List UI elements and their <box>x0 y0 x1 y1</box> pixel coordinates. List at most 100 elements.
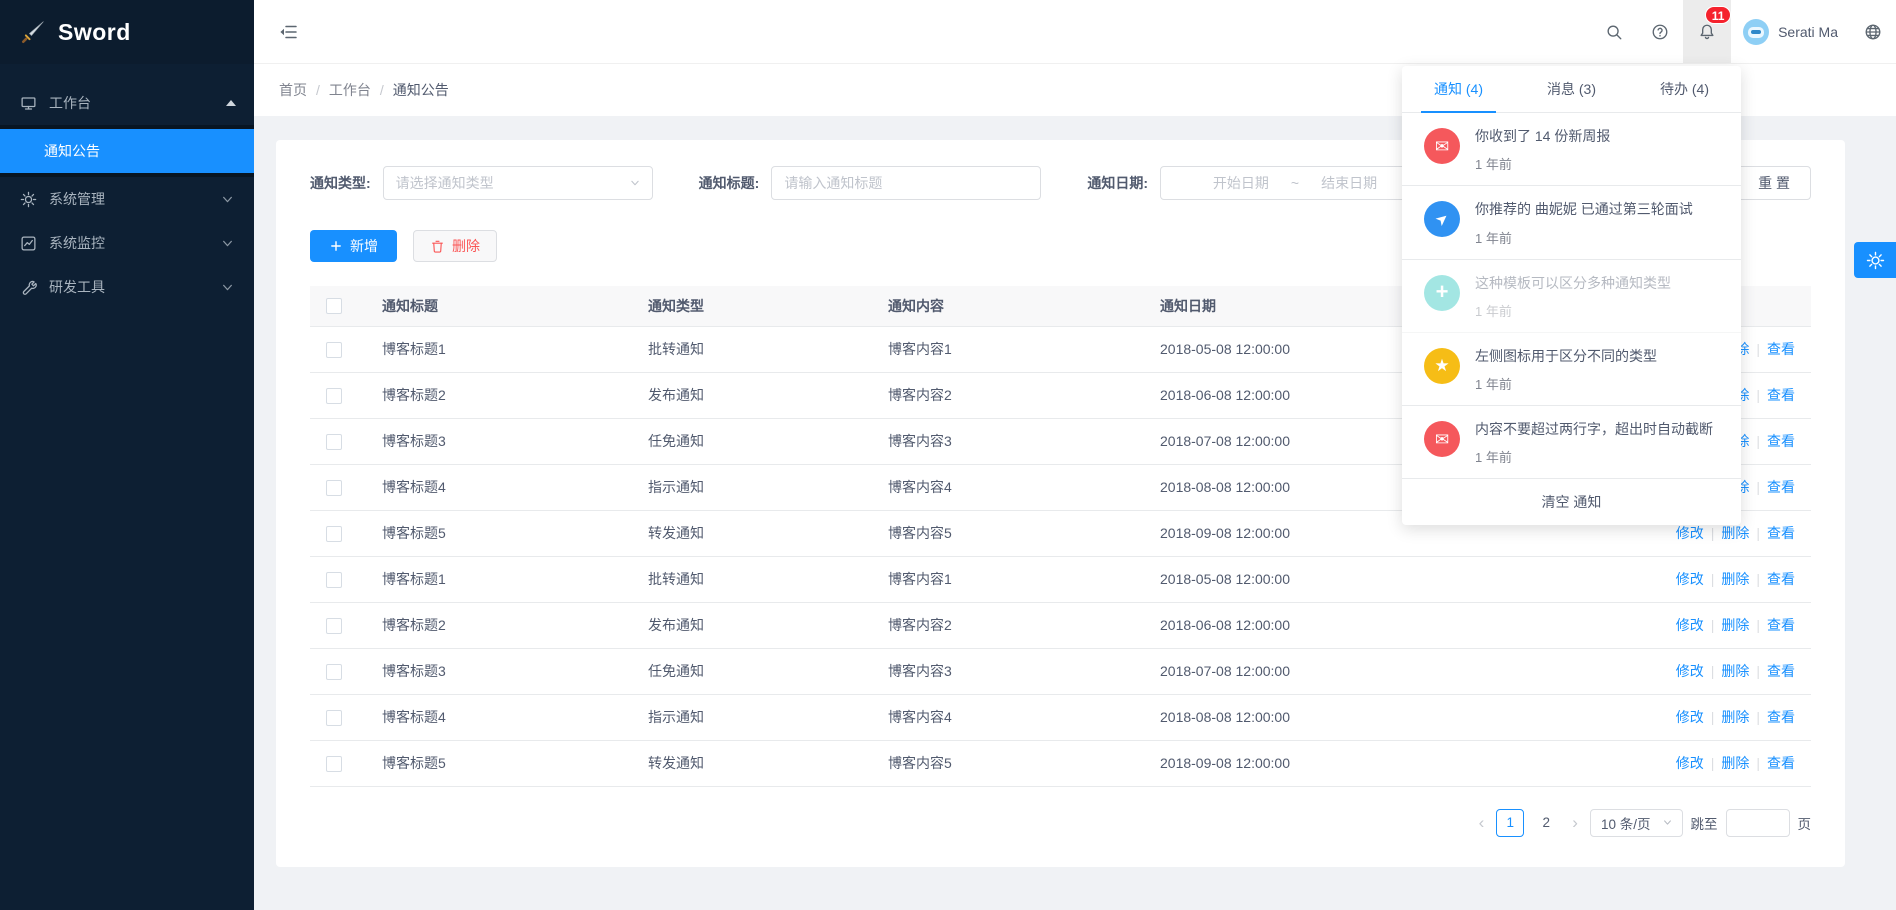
row-checkbox[interactable] <box>326 480 342 496</box>
end-date-input[interactable] <box>1303 175 1395 191</box>
page-unit-label: 页 <box>1798 813 1812 833</box>
select-placeholder: 请选择通知类型 <box>396 173 494 193</box>
row-action-view[interactable]: 查看 <box>1767 479 1795 495</box>
breadcrumb-home[interactable]: 首页 <box>279 80 307 100</box>
search-icon[interactable] <box>1591 0 1637 63</box>
sidebar-item-dev-tools[interactable]: 研发工具 <box>0 265 254 309</box>
sidebar-submenu: 通知公告 <box>0 125 254 177</box>
row-action-view[interactable]: 查看 <box>1767 525 1795 541</box>
row-action-view[interactable]: 查看 <box>1767 709 1795 725</box>
select-all-checkbox[interactable] <box>326 298 342 314</box>
row-action-modify[interactable]: 修改 <box>1676 663 1704 679</box>
row-checkbox[interactable] <box>326 342 342 358</box>
row-action-modify[interactable]: 修改 <box>1676 617 1704 633</box>
notice-title-input[interactable] <box>771 166 1041 200</box>
row-action-view[interactable]: 查看 <box>1767 663 1795 679</box>
row-action-view[interactable]: 查看 <box>1767 617 1795 633</box>
app-logo[interactable]: Sword <box>0 0 254 64</box>
row-checkbox[interactable] <box>326 572 342 588</box>
help-icon[interactable] <box>1637 0 1683 63</box>
row-checkbox[interactable] <box>326 664 342 680</box>
tab-notifications[interactable]: 通知 (4) <box>1402 66 1515 112</box>
cell-title: 博客标题3 <box>366 648 632 694</box>
delete-button[interactable]: 删除 <box>413 230 497 262</box>
filter-type-group: 通知类型: 请选择通知类型 <box>310 166 653 200</box>
chevron-down-icon <box>219 279 236 296</box>
cell-content: 博客内容3 <box>872 418 1144 464</box>
menu-fold-icon[interactable] <box>278 22 298 42</box>
user-menu[interactable]: Serati Ma <box>1731 0 1850 63</box>
page-1-button[interactable]: 1 <box>1496 809 1524 837</box>
sidebar: Sword 工作台 通知公告 系统管理 系统监控 研发工具 <box>0 0 254 910</box>
jump-page-input[interactable] <box>1726 809 1790 837</box>
action-separator <box>1704 709 1722 725</box>
add-button[interactable]: 新增 <box>310 230 397 262</box>
row-checkbox[interactable] <box>326 388 342 404</box>
row-checkbox[interactable] <box>326 526 342 542</box>
notification-item[interactable]: + 这种模板可以区分多种通知类型 1 年前 <box>1402 260 1741 333</box>
row-action-delete[interactable]: 删除 <box>1721 755 1749 771</box>
cell-type: 发布通知 <box>632 602 872 648</box>
row-action-modify[interactable]: 修改 <box>1676 571 1704 587</box>
notice-date-range-picker[interactable]: ~ <box>1160 166 1430 200</box>
row-action-modify[interactable]: 修改 <box>1676 709 1704 725</box>
theme-settings-button[interactable] <box>1854 242 1896 278</box>
notification-item[interactable]: ✉ 你收到了 14 份新周报 1 年前 <box>1402 113 1741 186</box>
cell-date: 2018-05-08 12:00:00 <box>1144 556 1444 602</box>
row-action-delete[interactable]: 删除 <box>1721 571 1749 587</box>
page-size-select[interactable]: 10 条/页 <box>1590 809 1683 837</box>
row-action-delete[interactable]: 删除 <box>1721 663 1749 679</box>
sidebar-subitem-label: 通知公告 <box>44 141 100 161</box>
clear-notifications-button[interactable]: 清空 通知 <box>1402 479 1741 525</box>
sidebar-item-system-monitor[interactable]: 系统监控 <box>0 221 254 265</box>
cell-content: 博客内容4 <box>872 464 1144 510</box>
cell-title: 博客标题4 <box>366 464 632 510</box>
action-separator <box>1704 663 1722 679</box>
row-checkbox[interactable] <box>326 710 342 726</box>
row-action-modify[interactable]: 修改 <box>1676 755 1704 771</box>
row-action-view[interactable]: 查看 <box>1767 387 1795 403</box>
row-action-view[interactable]: 查看 <box>1767 755 1795 771</box>
notification-item[interactable]: ➤ 你推荐的 曲妮妮 已通过第三轮面试 1 年前 <box>1402 186 1741 259</box>
cell-date: 2018-07-08 12:00:00 <box>1144 418 1444 464</box>
row-checkbox[interactable] <box>326 618 342 634</box>
reset-button[interactable]: 重 置 <box>1737 166 1811 200</box>
row-action-delete[interactable]: 删除 <box>1721 617 1749 633</box>
notification-title: 这种模板可以区分多种通知类型 <box>1475 273 1721 293</box>
notification-title: 内容不要超过两行字，超出时自动截断 <box>1475 419 1721 439</box>
avatar <box>1743 19 1769 45</box>
notification-title: 你收到了 14 份新周报 <box>1475 126 1721 146</box>
cell-type: 指示通知 <box>632 464 872 510</box>
prev-page-button[interactable]: ‹ <box>1475 813 1489 833</box>
cell-title: 博客标题4 <box>366 694 632 740</box>
row-checkbox[interactable] <box>326 434 342 450</box>
pagination: ‹ 1 2 › 10 条/页 跳至 页 <box>310 809 1811 837</box>
row-action-delete[interactable]: 删除 <box>1721 709 1749 725</box>
row-action-view[interactable]: 查看 <box>1767 571 1795 587</box>
breadcrumb-workbench[interactable]: 工作台 <box>329 80 371 100</box>
row-action-view[interactable]: 查看 <box>1767 433 1795 449</box>
cell-type: 批转通知 <box>632 326 872 372</box>
sidebar-item-system-admin[interactable]: 系统管理 <box>0 177 254 221</box>
cell-title: 博客标题2 <box>366 372 632 418</box>
notifications-bell-button[interactable]: 11 <box>1683 0 1731 63</box>
row-checkbox[interactable] <box>326 756 342 772</box>
next-page-button[interactable]: › <box>1568 813 1582 833</box>
row-action-delete[interactable]: 删除 <box>1721 525 1749 541</box>
sidebar-item-notice[interactable]: 通知公告 <box>0 129 254 173</box>
start-date-input[interactable] <box>1195 175 1287 191</box>
cell-title: 博客标题3 <box>366 418 632 464</box>
page-2-button[interactable]: 2 <box>1532 809 1560 837</box>
language-globe-icon[interactable] <box>1850 0 1896 63</box>
tab-messages[interactable]: 消息 (3) <box>1515 66 1628 112</box>
tab-todos[interactable]: 待办 (4) <box>1628 66 1741 112</box>
sidebar-item-workbench[interactable]: 工作台 <box>0 81 254 125</box>
row-action-view[interactable]: 查看 <box>1767 341 1795 357</box>
action-separator <box>1749 571 1767 587</box>
row-action-modify[interactable]: 修改 <box>1676 525 1704 541</box>
title-label: 通知标题: <box>699 173 760 193</box>
jump-label: 跳至 <box>1691 813 1718 833</box>
notification-item[interactable]: ★ 左侧图标用于区分不同的类型 1 年前 <box>1402 333 1741 406</box>
notice-type-select[interactable]: 请选择通知类型 <box>383 166 653 200</box>
notification-item[interactable]: ✉ 内容不要超过两行字，超出时自动截断 1 年前 <box>1402 406 1741 479</box>
